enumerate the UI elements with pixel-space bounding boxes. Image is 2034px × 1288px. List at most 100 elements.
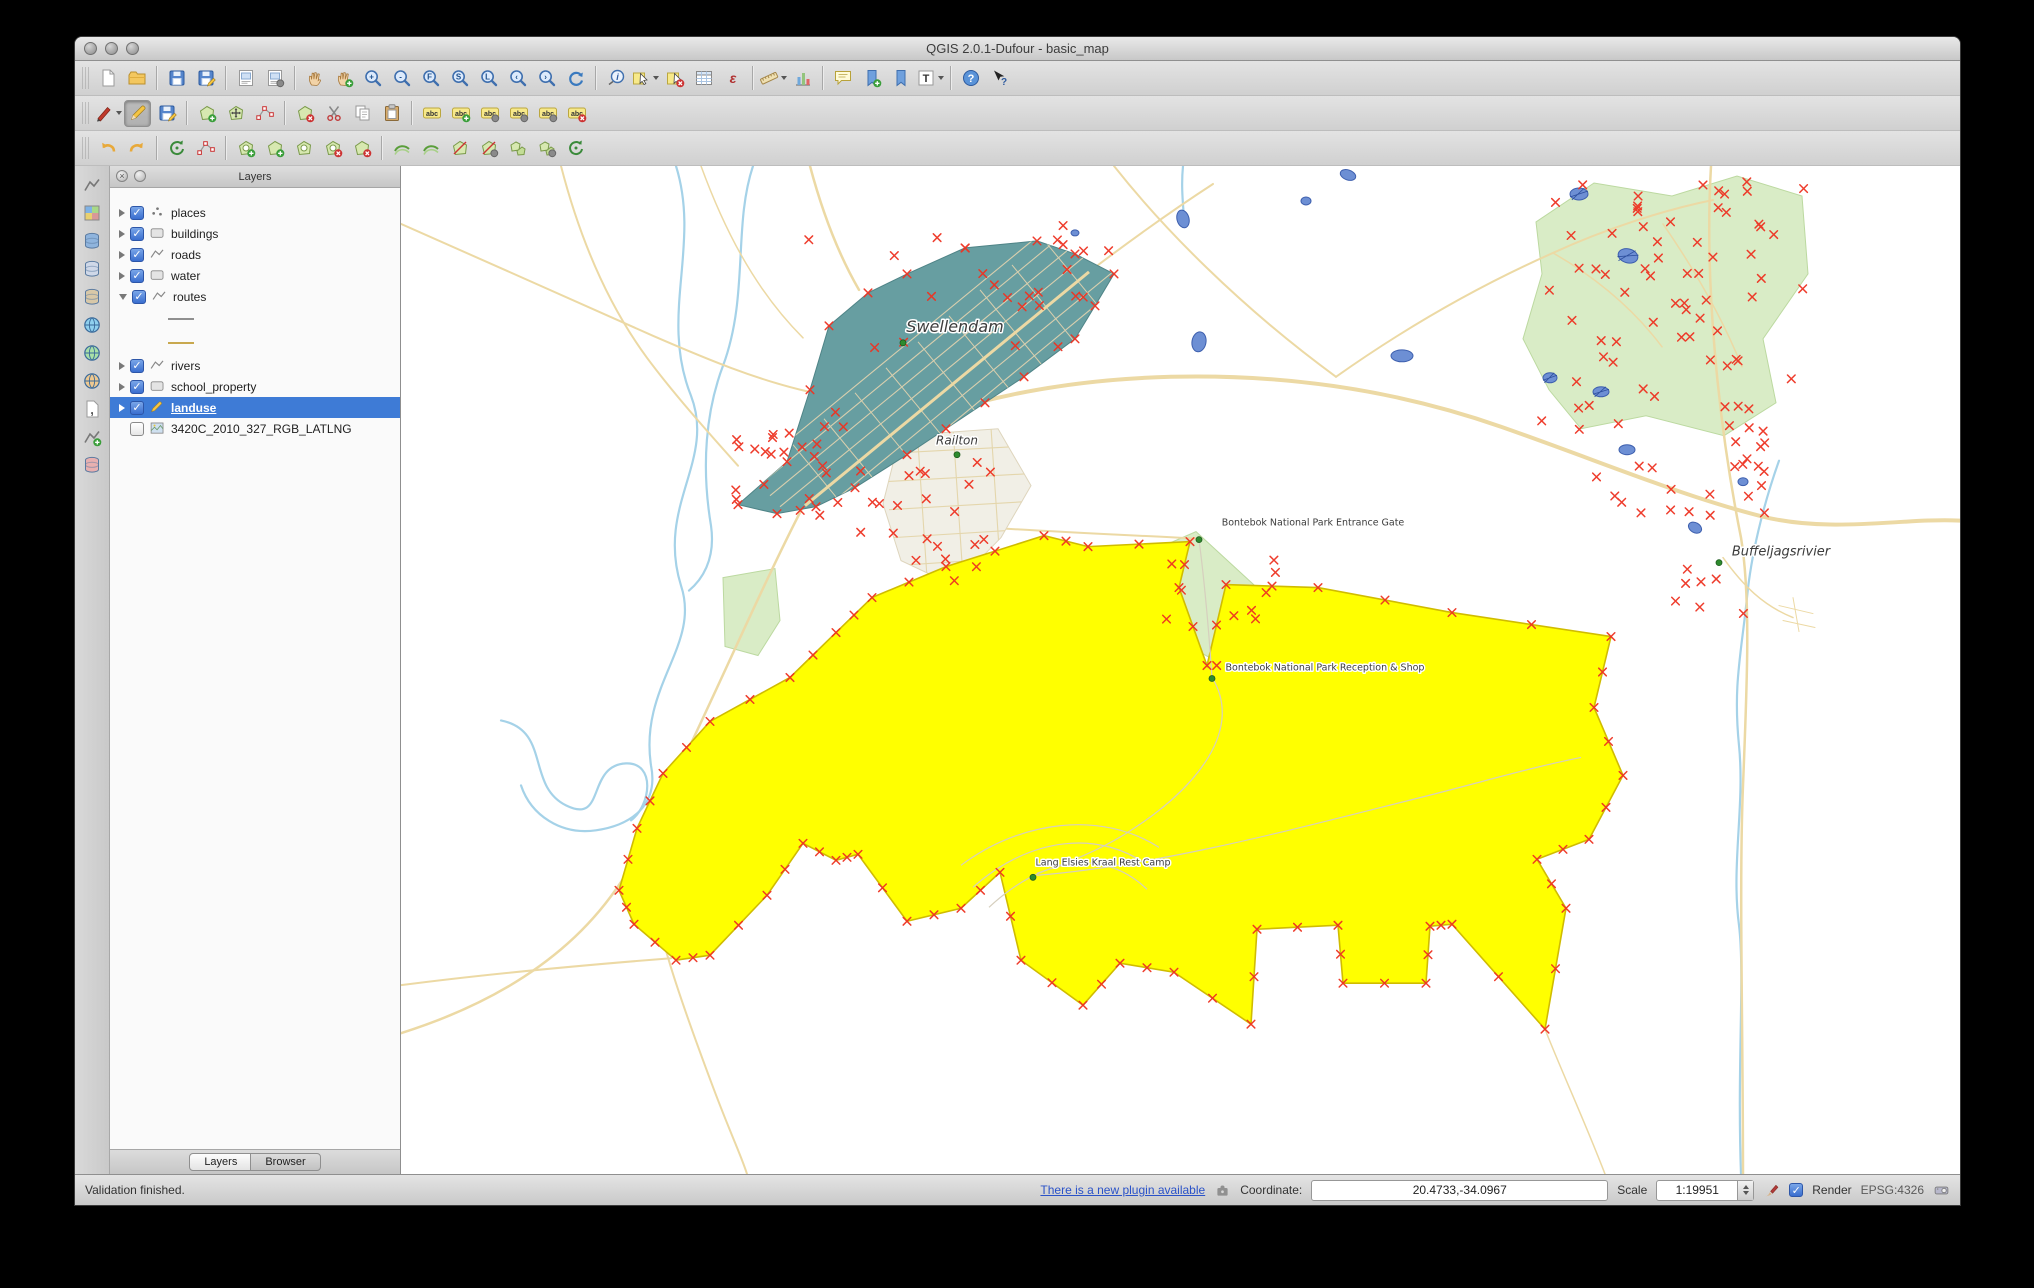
map-tips-button[interactable] [829,65,856,92]
add-raster-layer-button[interactable] [79,200,105,226]
save-layer-edits-button[interactable] [153,100,180,127]
zoom-full-button[interactable]: F [417,65,444,92]
legend-symbol-row[interactable] [110,307,400,331]
rotate-feature-button[interactable] [163,135,190,162]
pan-to-selection-button[interactable] [330,65,357,92]
simplify-feature-button[interactable] [192,135,219,162]
add-mssql-layer-button[interactable] [79,284,105,310]
add-delimited-text-layer-button[interactable]: , [79,396,105,422]
close-button[interactable] [84,42,97,55]
cut-features-button[interactable] [320,100,347,127]
legend-symbol-row[interactable] [110,331,400,355]
move-label-button[interactable]: abc [505,100,532,127]
layer-visibility-checkbox[interactable]: ✓ [130,268,144,283]
panel-float-icon[interactable] [134,170,146,182]
expand-arrow-icon[interactable] [119,382,125,391]
layer-item-school_property[interactable]: ✓ school_property [110,376,400,397]
offset-curve-button[interactable] [388,135,415,162]
add-oracle-layer-button[interactable] [79,452,105,478]
fill-ring-button[interactable] [290,135,317,162]
toolbar-drag-handle[interactable] [82,137,89,159]
pin-labels-button[interactable]: abc [447,100,474,127]
zoom-in-button[interactable]: + [359,65,386,92]
scale-spinner[interactable] [1737,1180,1754,1200]
paste-features-button[interactable] [378,100,405,127]
dropdown-arrow-icon[interactable] [653,76,659,80]
layers-panel-header[interactable]: × Layers [110,166,400,188]
new-bookmark-button[interactable] [858,65,885,92]
merge-features-button[interactable] [504,135,531,162]
layer-visibility-checkbox[interactable]: ✓ [130,205,144,220]
map-viewport[interactable]: Swellendam Railton Buffeljagsrivier Bontebo… [401,166,1960,1174]
add-ring-button[interactable] [232,135,259,162]
layer-visibility-checkbox[interactable]: ✓ [130,379,144,394]
layer-item-water[interactable]: ✓ water [110,265,400,286]
help-contents-button[interactable]: ? [957,65,984,92]
spin-down-icon[interactable] [1742,1191,1749,1195]
reshape-features-button[interactable] [417,135,444,162]
layer-item-rivers[interactable]: ✓ rivers [110,355,400,376]
node-tool-button[interactable] [251,100,278,127]
render-checkbox[interactable]: ✓ [1789,1183,1804,1197]
expand-arrow-icon[interactable] [119,271,125,280]
scale-combobox[interactable]: 1:19951 [1656,1179,1755,1201]
dropdown-arrow-icon[interactable] [116,111,122,115]
delete-part-button[interactable] [348,135,375,162]
plugin-available-link[interactable]: There is a new plugin available [1040,1183,1205,1197]
change-label-properties-button[interactable]: abc [563,100,590,127]
map-canvas[interactable]: Swellendam Railton Buffeljagsrivier Bontebo… [401,166,1960,1174]
zoom-next-button[interactable]: › [533,65,560,92]
measure-button[interactable] [759,65,787,92]
add-wcs-layer-button[interactable] [79,340,105,366]
expand-arrow-icon[interactable] [119,403,125,412]
expand-arrow-icon[interactable] [119,250,125,259]
layer-item-places[interactable]: ✓ places [110,202,400,223]
zoom-to-layer-button[interactable]: L [475,65,502,92]
select-features-button[interactable] [631,65,659,92]
composer-manager-button[interactable] [261,65,288,92]
redo-button[interactable] [123,135,150,162]
layer-visibility-checkbox[interactable]: ✓ [130,400,144,415]
layer-item-3420C_2010_327_RGB_LATLNG[interactable]: 3420C_2010_327_RGB_LATLNG [110,418,400,439]
pan-map-button[interactable] [301,65,328,92]
new-shapefile-layer-button[interactable] [79,424,105,450]
move-feature-button[interactable] [222,100,249,127]
plugin-icon[interactable] [1214,1182,1231,1199]
statistical-summary-button[interactable] [789,65,816,92]
expand-arrow-icon[interactable] [119,229,125,238]
new-print-composer-button[interactable] [232,65,259,92]
minimize-button[interactable] [105,42,118,55]
window-titlebar[interactable]: QGIS 2.0.1-Dufour - basic_map [75,37,1960,61]
merge-attributes-button[interactable] [533,135,560,162]
panel-tab-layers[interactable]: Layers [189,1153,253,1171]
delete-ring-button[interactable] [319,135,346,162]
layer-visibility-checkbox[interactable] [130,421,144,436]
text-annotation-button[interactable]: T [916,65,944,92]
layer-item-buildings[interactable]: ✓ buildings [110,223,400,244]
layer-item-landuse[interactable]: ✓ landuse [110,397,400,418]
rotate-label-button[interactable]: abc [534,100,561,127]
expand-arrow-icon[interactable] [119,293,127,300]
zoom-button[interactable] [126,42,139,55]
expand-arrow-icon[interactable] [119,361,125,370]
add-wfs-layer-button[interactable] [79,368,105,394]
layer-visibility-checkbox[interactable]: ✓ [130,358,144,373]
layer-item-roads[interactable]: ✓ roads [110,244,400,265]
dropdown-arrow-icon[interactable] [938,76,944,80]
split-parts-button[interactable] [475,135,502,162]
zoom-last-button[interactable]: ‹ [504,65,531,92]
deselect-features-button[interactable] [661,65,688,92]
open-attribute-table-button[interactable] [690,65,717,92]
whats-this-button[interactable]: ? [986,65,1013,92]
layer-labeling-button[interactable]: abc [418,100,445,127]
projection-icon[interactable] [1933,1182,1950,1199]
save-project-as-button[interactable] [192,65,219,92]
zoom-out-button[interactable]: - [388,65,415,92]
refresh-map-button[interactable] [562,65,589,92]
add-postgis-layer-button[interactable] [79,228,105,254]
current-edits-button[interactable] [94,100,122,127]
save-project-button[interactable] [163,65,190,92]
undo-button[interactable] [94,135,121,162]
new-project-button[interactable] [94,65,121,92]
layer-visibility-checkbox[interactable]: ✓ [132,289,146,304]
